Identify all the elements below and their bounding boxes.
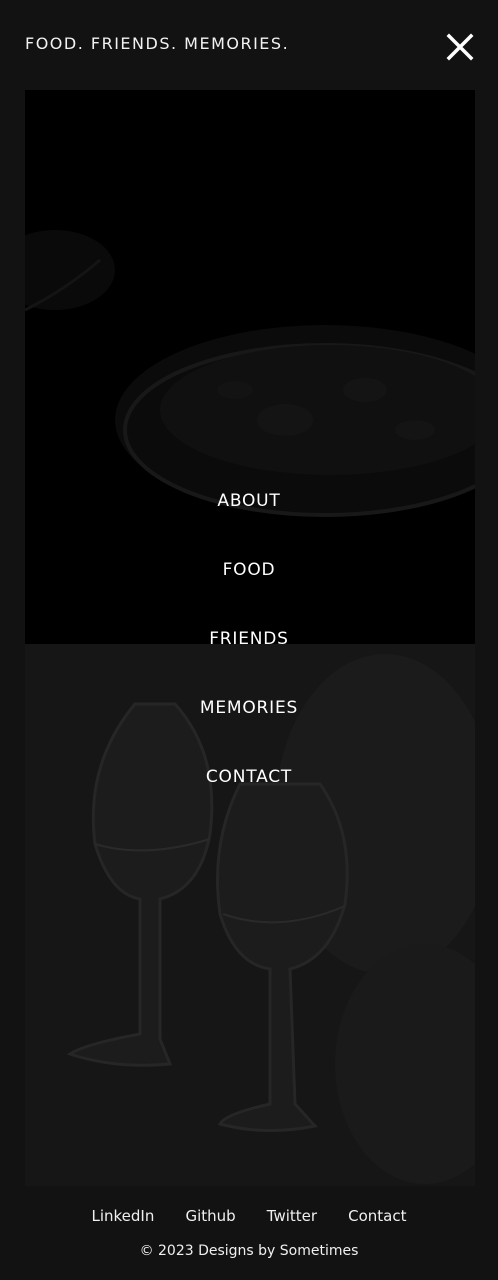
copyright-text: © 2023 Designs by Sometimes (139, 1243, 359, 1259)
close-icon (446, 33, 474, 61)
site-brand[interactable]: FOOD. FRIENDS. MEMORIES. (25, 34, 289, 53)
menu-item-friends: FRIENDS (0, 618, 498, 687)
menu-link-friends[interactable]: FRIENDS (209, 618, 289, 660)
footer-link-contact[interactable]: Contact (348, 1207, 406, 1225)
menu-list: ABOUT FOOD FRIENDS MEMORIES CONTACT (0, 480, 498, 825)
top-bar: FOOD. FRIENDS. MEMORIES. (0, 0, 498, 90)
footer-link-linkedin[interactable]: LinkedIn (91, 1207, 154, 1225)
footer-links: LinkedIn Github Twitter Contact (0, 1206, 498, 1225)
menu-item-about: ABOUT (0, 480, 498, 549)
menu-item-contact: CONTACT (0, 756, 498, 825)
menu-link-food[interactable]: FOOD (223, 549, 276, 591)
menu-link-memories[interactable]: MEMORIES (200, 687, 298, 729)
menu-item-memories: MEMORIES (0, 687, 498, 756)
menu-link-about[interactable]: ABOUT (217, 480, 280, 522)
site-footer: LinkedIn Github Twitter Contact © 2023 D… (0, 1186, 498, 1280)
footer-link-github[interactable]: Github (185, 1207, 235, 1225)
footer-link-twitter[interactable]: Twitter (267, 1207, 317, 1225)
menu-item-food: FOOD (0, 549, 498, 618)
menu-link-contact[interactable]: CONTACT (206, 756, 292, 798)
close-menu-button[interactable] (443, 30, 477, 64)
